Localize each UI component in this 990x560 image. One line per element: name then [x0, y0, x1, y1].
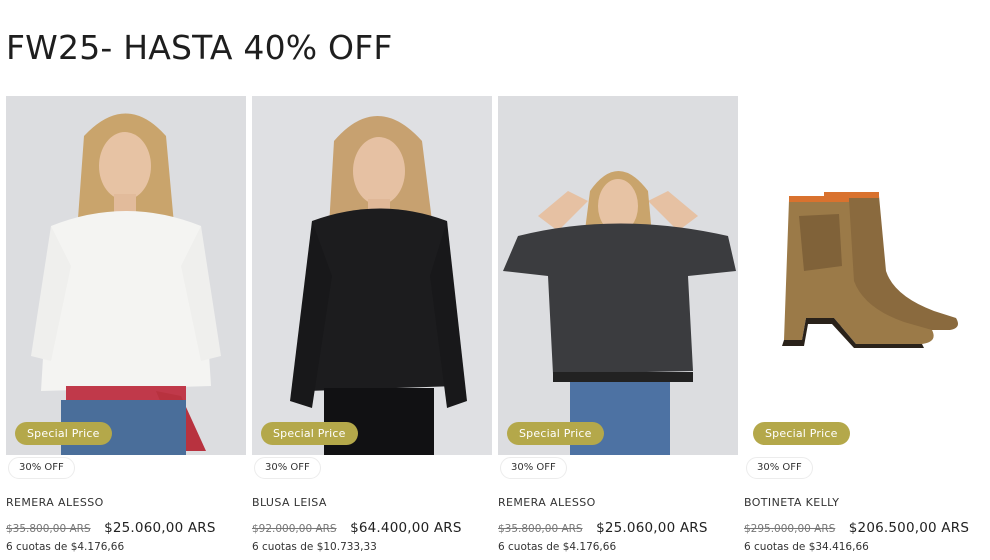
discount-badge: 30% OFF — [8, 457, 75, 479]
special-price-badge: Special Price — [15, 422, 112, 445]
installments: 6 cuotas de $4.176,66 — [6, 541, 125, 553]
product-image[interactable]: Special Price — [252, 96, 492, 455]
special-price-badge: Special Price — [753, 422, 850, 445]
original-price: $35.800,00 ARS — [498, 523, 583, 535]
price-row: $92.000,00 ARS $64.400,00 ARS — [252, 519, 462, 537]
original-price: $295.000,00 ARS — [744, 523, 836, 535]
product-name[interactable]: BLUSA LEISA — [252, 496, 327, 509]
original-price: $92.000,00 ARS — [252, 523, 337, 535]
model-grey-top-photo — [498, 96, 738, 455]
product-card[interactable]: Special Price 30% OFF REMERA ALESSO $35.… — [498, 96, 738, 560]
product-name[interactable]: REMERA ALESSO — [6, 496, 104, 509]
sale-price: $25.060,00 ARS — [596, 520, 708, 536]
installments: 6 cuotas de $4.176,66 — [498, 541, 617, 553]
installments: 6 cuotas de $10.733,33 — [252, 541, 377, 553]
collection-title: FW25- HASTA 40% OFF — [6, 28, 393, 67]
product-grid: Special Price 30% OFF REMERA ALESSO $35.… — [6, 96, 990, 560]
discount-badge: 30% OFF — [254, 457, 321, 479]
price-row: $295.000,00 ARS $206.500,00 ARS — [744, 519, 969, 537]
price-row: $35.800,00 ARS $25.060,00 ARS — [498, 519, 708, 537]
product-name[interactable]: REMERA ALESSO — [498, 496, 596, 509]
model-black-blouse-photo — [252, 96, 492, 455]
model-white-top-photo — [6, 96, 246, 455]
product-image[interactable]: Special Price — [6, 96, 246, 455]
sale-price: $25.060,00 ARS — [104, 520, 216, 536]
product-image[interactable]: Special Price — [744, 96, 984, 455]
special-price-badge: Special Price — [507, 422, 604, 445]
sale-price: $206.500,00 ARS — [848, 520, 970, 536]
product-card[interactable]: Special Price 30% OFF REMERA ALESSO $35.… — [6, 96, 246, 560]
product-name[interactable]: BOTINETA KELLY — [744, 496, 839, 509]
product-card[interactable]: Special Price 30% OFF BOTINETA KELLY $29… — [744, 96, 984, 560]
price-row: $35.800,00 ARS $25.060,00 ARS — [6, 519, 216, 537]
bronze-ankle-boots-photo — [744, 96, 984, 455]
original-price: $35.800,00 ARS — [6, 523, 91, 535]
discount-badge: 30% OFF — [746, 457, 813, 479]
sale-price: $64.400,00 ARS — [350, 520, 462, 536]
product-card[interactable]: Special Price 30% OFF BLUSA LEISA $92.00… — [252, 96, 492, 560]
installments: 6 cuotas de $34.416,66 — [744, 541, 869, 553]
product-image[interactable]: Special Price — [498, 96, 738, 455]
special-price-badge: Special Price — [261, 422, 358, 445]
discount-badge: 30% OFF — [500, 457, 567, 479]
